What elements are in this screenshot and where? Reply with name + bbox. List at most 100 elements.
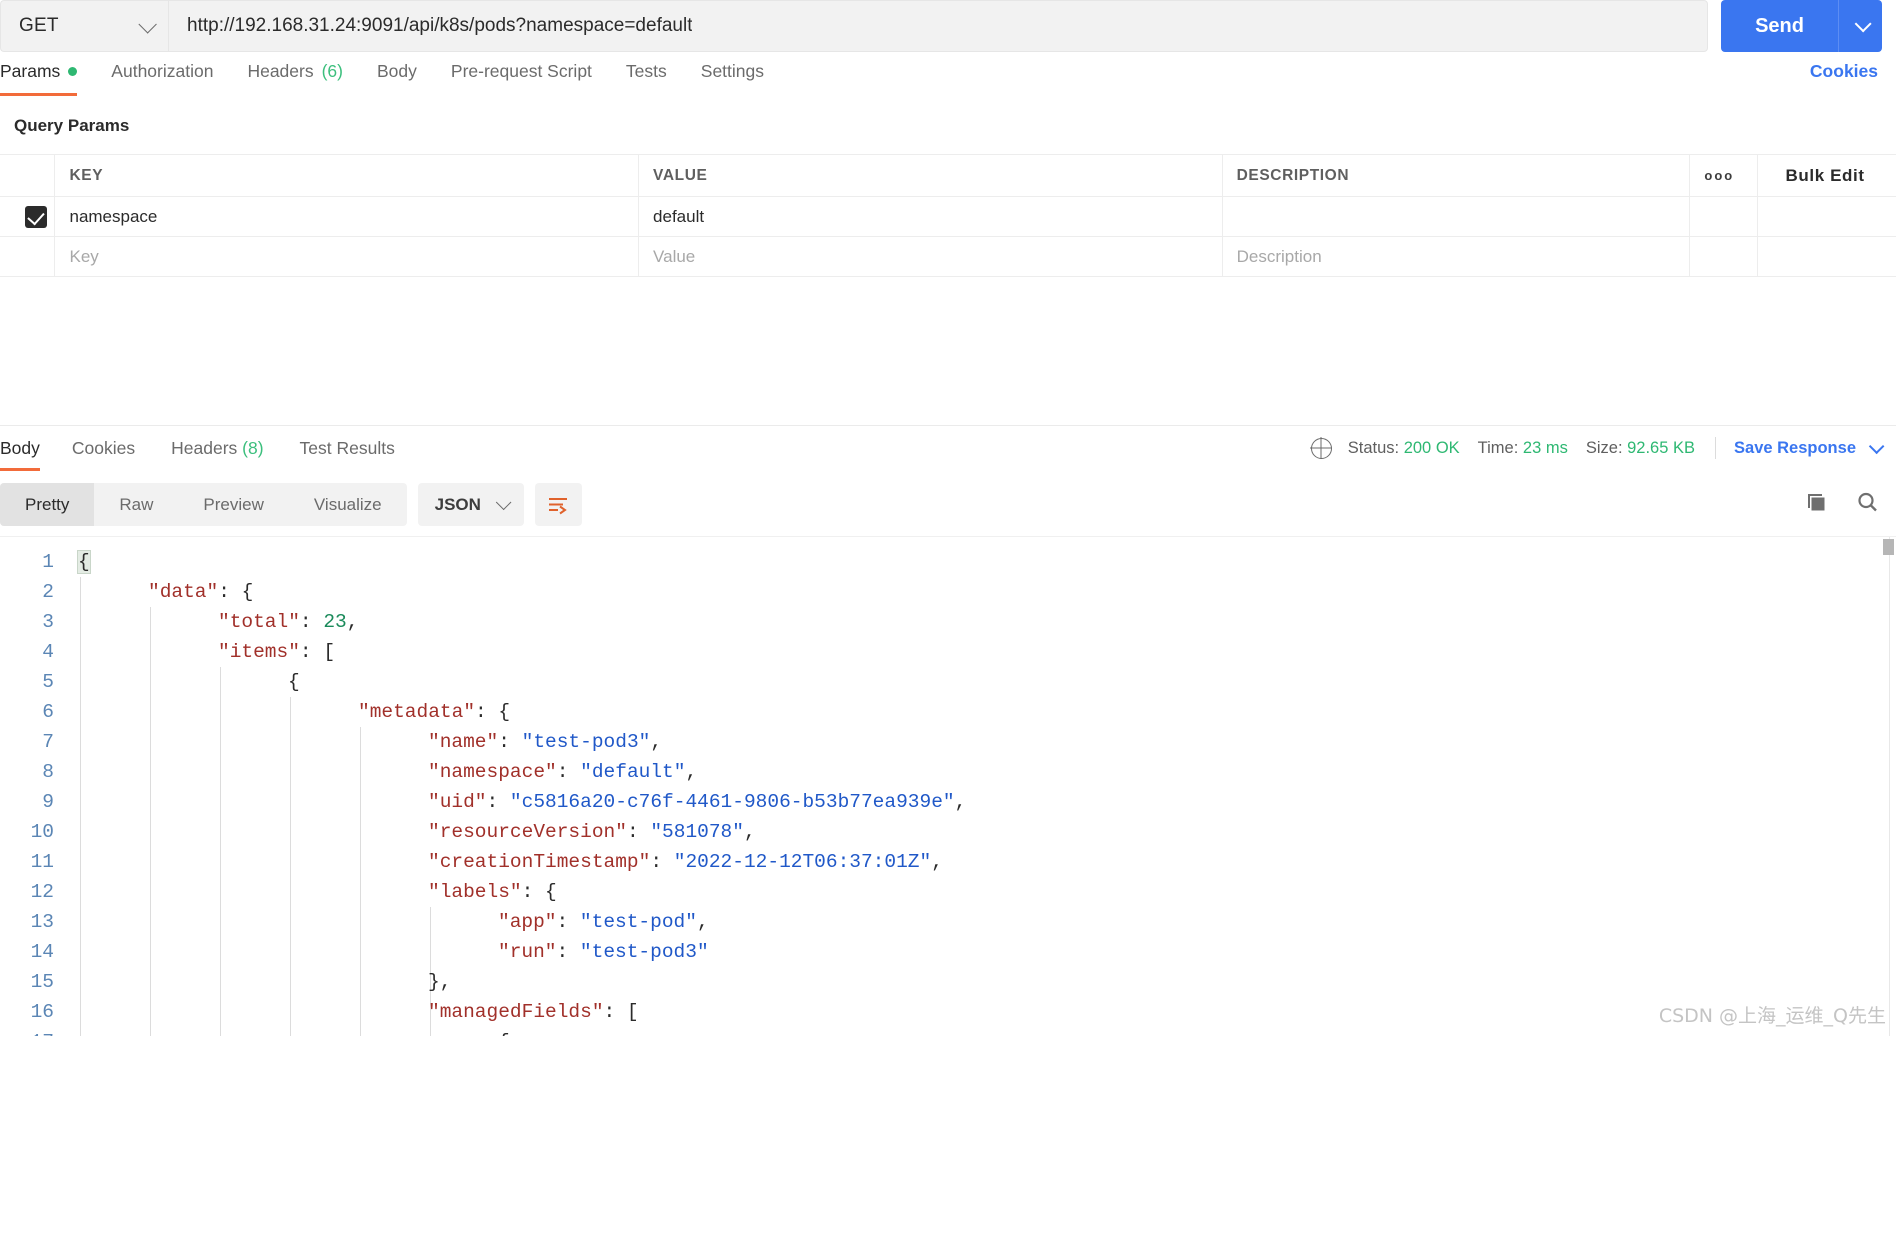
code-token: "test-pod" [579, 911, 697, 933]
tab-tests[interactable]: Tests [609, 61, 684, 96]
response-header: Body Cookies Headers (8) Test Results St… [0, 425, 1896, 471]
send-button[interactable]: Send [1721, 0, 1838, 52]
response-tab-headers[interactable]: Headers (8) [153, 438, 281, 471]
wrap-lines-icon [549, 497, 568, 514]
more-options-icon: ooo [1704, 167, 1735, 183]
code-token: : [650, 851, 674, 873]
response-format-label: JSON [434, 494, 481, 514]
code-line: { [68, 667, 1896, 697]
code-line: { [68, 1027, 1896, 1036]
code-token: : { [218, 581, 254, 603]
response-tab-headers-label: Headers [171, 438, 238, 458]
code-token: : [299, 611, 324, 633]
param-key-input[interactable]: namespace [54, 196, 640, 237]
http-method-label: GET [19, 15, 59, 36]
tab-body[interactable]: Body [360, 61, 434, 96]
query-params-title: Query Params [14, 116, 130, 135]
code-line: "data": { [68, 577, 1896, 607]
request-url-bar: GET http://192.168.31.24:9091/api/k8s/po… [0, 0, 1896, 52]
bulk-edit-button[interactable]: Bulk Edit [1772, 166, 1865, 185]
code-token: , [743, 821, 756, 843]
cookies-link[interactable]: Cookies [1810, 61, 1878, 96]
code-token: "c5816a20-c76f-4461-9806-b53b77ea939e" [509, 791, 955, 813]
code-token: "uid" [428, 791, 487, 813]
response-body-viewer[interactable]: 1234567891011121314151617 {"data": {"tot… [0, 536, 1896, 1036]
line-number: 9 [42, 791, 54, 813]
view-mode-raw[interactable]: Raw [94, 483, 178, 526]
status-badge: Status: 200 OK [1348, 439, 1460, 458]
code-line: { [68, 547, 1896, 577]
query-params-table: KEY VALUE DESCRIPTION ooo Bulk Edit name… [0, 154, 1896, 277]
line-number: 6 [42, 701, 54, 723]
json-code-content[interactable]: {"data": {"total": 23, "items": [{"metada… [68, 537, 1896, 1036]
code-token: "test-pod3" [521, 731, 651, 753]
line-number: 8 [42, 761, 54, 783]
save-response-button[interactable]: Save Response [1734, 439, 1856, 458]
response-tab-cookies[interactable]: Cookies [54, 438, 153, 471]
response-tab-test-results-label: Test Results [299, 438, 395, 458]
code-token: , [685, 761, 698, 783]
tab-params[interactable]: Params [0, 61, 94, 96]
line-number: 17 [0, 1027, 68, 1036]
response-tab-cookies-label: Cookies [71, 438, 136, 458]
tab-pre-request-script[interactable]: Pre-request Script [434, 61, 609, 96]
table-header-row: KEY VALUE DESCRIPTION ooo Bulk Edit [0, 154, 1896, 197]
row-checkbox[interactable] [25, 205, 47, 228]
code-token: }, [428, 971, 452, 993]
code-line: "creationTimestamp": "2022-12-12T06:37:0… [68, 847, 1896, 877]
row-spacer-cell-2 [1757, 236, 1896, 277]
code-token: { [498, 1031, 510, 1036]
code-token: , [346, 611, 359, 633]
chevron-down-icon [495, 494, 512, 511]
line-number: 13 [30, 911, 54, 933]
column-header-key: KEY [54, 154, 640, 197]
new-param-value-input[interactable]: Value [638, 236, 1223, 277]
tab-settings-label: Settings [700, 61, 765, 81]
code-token: "run" [498, 941, 557, 963]
code-token: : [ [603, 1001, 639, 1023]
param-description-input[interactable] [1222, 196, 1691, 237]
search-button[interactable] [1855, 490, 1880, 520]
response-tab-body[interactable]: Body [0, 438, 54, 471]
response-format-selector[interactable]: JSON [417, 483, 524, 526]
line-number: 5 [42, 671, 54, 693]
tab-settings[interactable]: Settings [684, 61, 781, 96]
code-token: , [696, 911, 709, 933]
send-options-button[interactable] [1838, 0, 1882, 52]
http-method-selector[interactable]: GET [0, 0, 168, 52]
line-number: 4 [42, 641, 54, 663]
row-checkbox-cell-empty[interactable] [0, 236, 56, 277]
tab-body-label: Body [377, 61, 417, 81]
globe-icon [1310, 437, 1332, 459]
tab-headers[interactable]: Headers (6) [230, 61, 360, 96]
param-value-input[interactable]: default [638, 196, 1223, 237]
time-value: 23 ms [1522, 438, 1568, 457]
copy-button[interactable] [1804, 490, 1829, 520]
new-param-key-input[interactable]: Key [54, 236, 640, 277]
chevron-down-icon[interactable] [1868, 438, 1885, 454]
tab-tests-label: Tests [625, 61, 667, 81]
code-token: "metadata" [358, 701, 476, 723]
tab-pre-request-script-label: Pre-request Script [450, 61, 592, 81]
new-param-description-input[interactable]: Description [1222, 236, 1691, 277]
line-number: 2 [42, 581, 54, 603]
tab-authorization[interactable]: Authorization [94, 61, 230, 96]
view-mode-visualize[interactable]: Visualize [289, 483, 407, 526]
code-token: "test-pod3" [579, 941, 709, 963]
response-body-toolbar: Pretty Raw Preview Visualize JSON [0, 471, 1896, 536]
table-options-button[interactable]: ooo [1689, 154, 1758, 197]
response-tab-test-results[interactable]: Test Results [282, 438, 413, 471]
code-token: "2022-12-12T06:37:01Z" [673, 851, 932, 873]
bulk-edit-cell: Bulk Edit [1757, 154, 1896, 197]
view-mode-preview[interactable]: Preview [178, 483, 288, 526]
url-input[interactable]: http://192.168.31.24:9091/api/k8s/pods?n… [168, 0, 1709, 52]
code-token: "resourceVersion" [428, 821, 627, 843]
code-token: : [556, 911, 580, 933]
wrap-lines-button[interactable] [534, 483, 582, 526]
code-token: "total" [218, 611, 300, 633]
tab-authorization-label: Authorization [111, 61, 214, 81]
status-label: Status: [1347, 438, 1400, 457]
code-token: 23 [323, 611, 347, 633]
view-mode-pretty[interactable]: Pretty [0, 483, 95, 526]
line-number-gutter: 1234567891011121314151617 [0, 537, 68, 1036]
